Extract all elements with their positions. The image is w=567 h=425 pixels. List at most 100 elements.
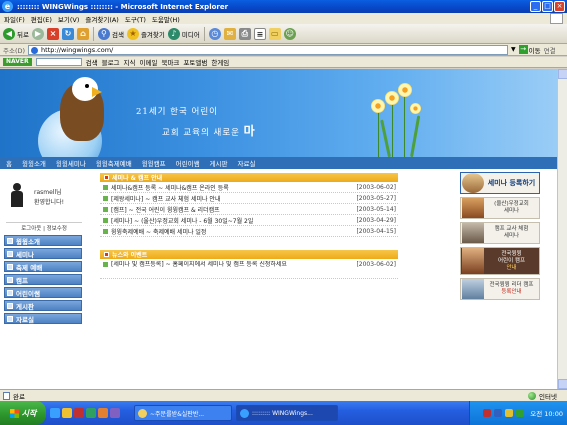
quick-app-icon[interactable] (110, 408, 120, 418)
maximize-button[interactable]: □ (542, 1, 553, 12)
left-menu-board[interactable]: 게시판 (4, 300, 82, 311)
folder-button[interactable]: ▭ (268, 27, 281, 40)
scroll-up-arrow-icon[interactable] (558, 69, 567, 79)
close-button[interactable]: × (554, 1, 565, 12)
nav-seminar[interactable]: 윙윙세미나 (56, 158, 86, 168)
seminar-register-banner[interactable]: 세미나 등록하기 (460, 172, 540, 194)
kids-camp-banner[interactable]: 전국윙윙 어린이 캠프 안내 (460, 247, 540, 275)
home-button[interactable]: ⌂ (76, 27, 89, 40)
url-input[interactable]: http://wingwings.com/ (28, 44, 509, 55)
history-icon: ◷ (208, 27, 221, 40)
back-button[interactable]: ◀ 뒤로 (3, 27, 29, 40)
tray-icon[interactable] (494, 409, 503, 417)
nav-resources[interactable]: 자료실 (238, 158, 256, 168)
ulsan-seminar-banner[interactable]: (울산)우정교회 세미나 (460, 197, 540, 219)
menu-favorites[interactable]: 즐겨찾기(A) (85, 14, 118, 24)
start-button[interactable]: 시작 (0, 401, 46, 425)
news-row[interactable]: [세미나 및 캠프등록] ~ 홈페이지에서 세미나 및 캠프 등록 신청하세요 … (100, 259, 398, 279)
login-links[interactable]: 로그아웃 | 정보수정 (6, 222, 82, 232)
folder-icon: ▭ (268, 27, 281, 40)
stop-button[interactable]: × (46, 27, 59, 40)
naver-mail-button[interactable]: 이메일 (140, 57, 158, 67)
search-label: 검색 (111, 30, 124, 39)
quick-app-icon[interactable] (86, 408, 96, 418)
menu-square-icon (7, 315, 13, 322)
favorites-button[interactable]: ★ 즐겨찾기 (126, 27, 165, 40)
naver-kin-button[interactable]: 지식 (124, 57, 136, 67)
left-menu-about[interactable]: 윙윙소개 (4, 235, 82, 246)
dropdown-arrow-icon[interactable]: ▼ (511, 46, 516, 53)
quick-folder-icon[interactable] (62, 408, 72, 418)
notice-row[interactable]: [캠프] ~ 전국 어린이 윙윙캠프 & 리더캠프 [2003-05-14] (100, 204, 398, 215)
kids-camp-line3: 안내 (506, 264, 517, 271)
leader-camp-banner[interactable]: 전국윙윙 리더 캠프 등록안내 (460, 278, 540, 300)
menu-help[interactable]: 도움말(H) (152, 14, 180, 24)
left-menu-resources[interactable]: 자료실 (4, 313, 82, 324)
minimize-button[interactable]: _ (530, 1, 541, 12)
clock[interactable]: 오전 10:00 (530, 408, 563, 418)
left-menu-seminar[interactable]: 세미나 (4, 248, 82, 259)
notice-row[interactable]: [세미나] ~ (울산)우정교회 세미나 - 6월 30일~7월 2일 [200… (100, 215, 398, 226)
eagle-beak (92, 87, 102, 97)
menu-file[interactable]: 파일(F) (4, 14, 25, 24)
tray-icon[interactable] (516, 409, 525, 417)
nav-kids[interactable]: 어린이쌤 (176, 158, 200, 168)
go-button[interactable]: → 이동 (518, 45, 541, 55)
notice-row[interactable]: 세미나&캠프 등록 ~ 세미나&캠프 온라인 등록 [2003-06-02] (100, 182, 398, 193)
edit-button[interactable]: ≡ (253, 27, 266, 40)
quick-ie-icon[interactable] (50, 408, 60, 418)
tray-icon[interactable] (483, 409, 492, 417)
naver-logo[interactable]: NAVER (3, 58, 32, 66)
header-bullet-icon (104, 175, 109, 180)
user-avatar-body (11, 191, 23, 207)
forward-button[interactable]: ▶ (31, 27, 44, 40)
daffodil-flower (410, 103, 421, 114)
notice-row[interactable]: [제왕세미나] ~ 캠프 교사 체험 세미나 안내 [2003-05-27] (100, 193, 398, 204)
task-app-icon (138, 408, 147, 418)
scroll-down-arrow-icon[interactable] (558, 379, 567, 389)
ulsan-seminar-line1: (울산)우정교회 (494, 201, 529, 207)
notice-row[interactable]: 윙윙축제예배 ~ 축제예배 세미나 일정 [2003-04-15] (100, 226, 398, 237)
menu-edit[interactable]: 편집(E) (31, 14, 52, 24)
naver-photo-button[interactable]: 포토앨범 (183, 57, 207, 67)
quick-app-icon[interactable] (74, 408, 84, 418)
nav-festival-worship[interactable]: 윙윙축제예배 (96, 158, 132, 168)
taskbar-task[interactable]: ~주문를받&실판반... (134, 405, 232, 421)
nav-camp[interactable]: 윙윙캠프 (142, 158, 166, 168)
news-header: 뉴스와 이벤트 (100, 250, 398, 259)
print-button[interactable]: ⎙ (238, 27, 251, 40)
refresh-button[interactable]: ↻ (61, 27, 74, 40)
left-menu-camp[interactable]: 캠프 (4, 274, 82, 285)
history-button[interactable]: ◷ (208, 27, 221, 40)
teacher-seminar-image (462, 223, 484, 243)
nav-home[interactable]: 홈 (6, 158, 12, 168)
mail-button[interactable]: ✉ (223, 27, 236, 40)
quick-app-icon[interactable] (98, 408, 108, 418)
teacher-seminar-line2: 세미나 (503, 233, 520, 239)
links-label[interactable]: 연결 (544, 45, 556, 55)
menu-tools[interactable]: 도구(T) (125, 14, 146, 24)
banner-subtitle-emphasis: 마 (243, 124, 256, 138)
left-menu-kids[interactable]: 어린이쌤 (4, 287, 82, 298)
nav-board[interactable]: 게시판 (210, 158, 228, 168)
left-menu-festival[interactable]: 축제 예배 (4, 261, 82, 272)
vertical-scrollbar[interactable] (557, 69, 567, 389)
ulsan-seminar-image (462, 198, 484, 218)
menu-view[interactable]: 보기(V) (58, 14, 79, 24)
naver-search-input[interactable] (35, 58, 82, 66)
nav-about[interactable]: 윙윙소개 (22, 158, 46, 168)
zone-label: 인터넷 (539, 392, 557, 401)
naver-blog-button[interactable]: 블로그 (102, 57, 120, 67)
naver-bookmark-button[interactable]: 북마크 (161, 57, 179, 67)
header-bullet-icon (104, 252, 109, 257)
taskbar-task-active[interactable]: ::::::::: WINGWings... (236, 405, 338, 421)
tray-icon[interactable] (505, 409, 514, 417)
naver-hangame-button[interactable]: 한게임 (211, 57, 229, 67)
search-button[interactable]: ⚲ 검색 (97, 27, 124, 40)
messenger-button[interactable]: ☺ (283, 27, 296, 40)
notice-title: 윙윙축제예배 ~ 축제예배 세미나 일정 (111, 228, 207, 236)
teacher-seminar-banner[interactable]: 캠프 교사 체험 세미나 (460, 222, 540, 244)
ulsan-seminar-line2: 세미나 (503, 208, 520, 214)
naver-search-button[interactable]: 검색 (86, 57, 98, 67)
media-button[interactable]: ♪ 미디어 (167, 27, 200, 40)
